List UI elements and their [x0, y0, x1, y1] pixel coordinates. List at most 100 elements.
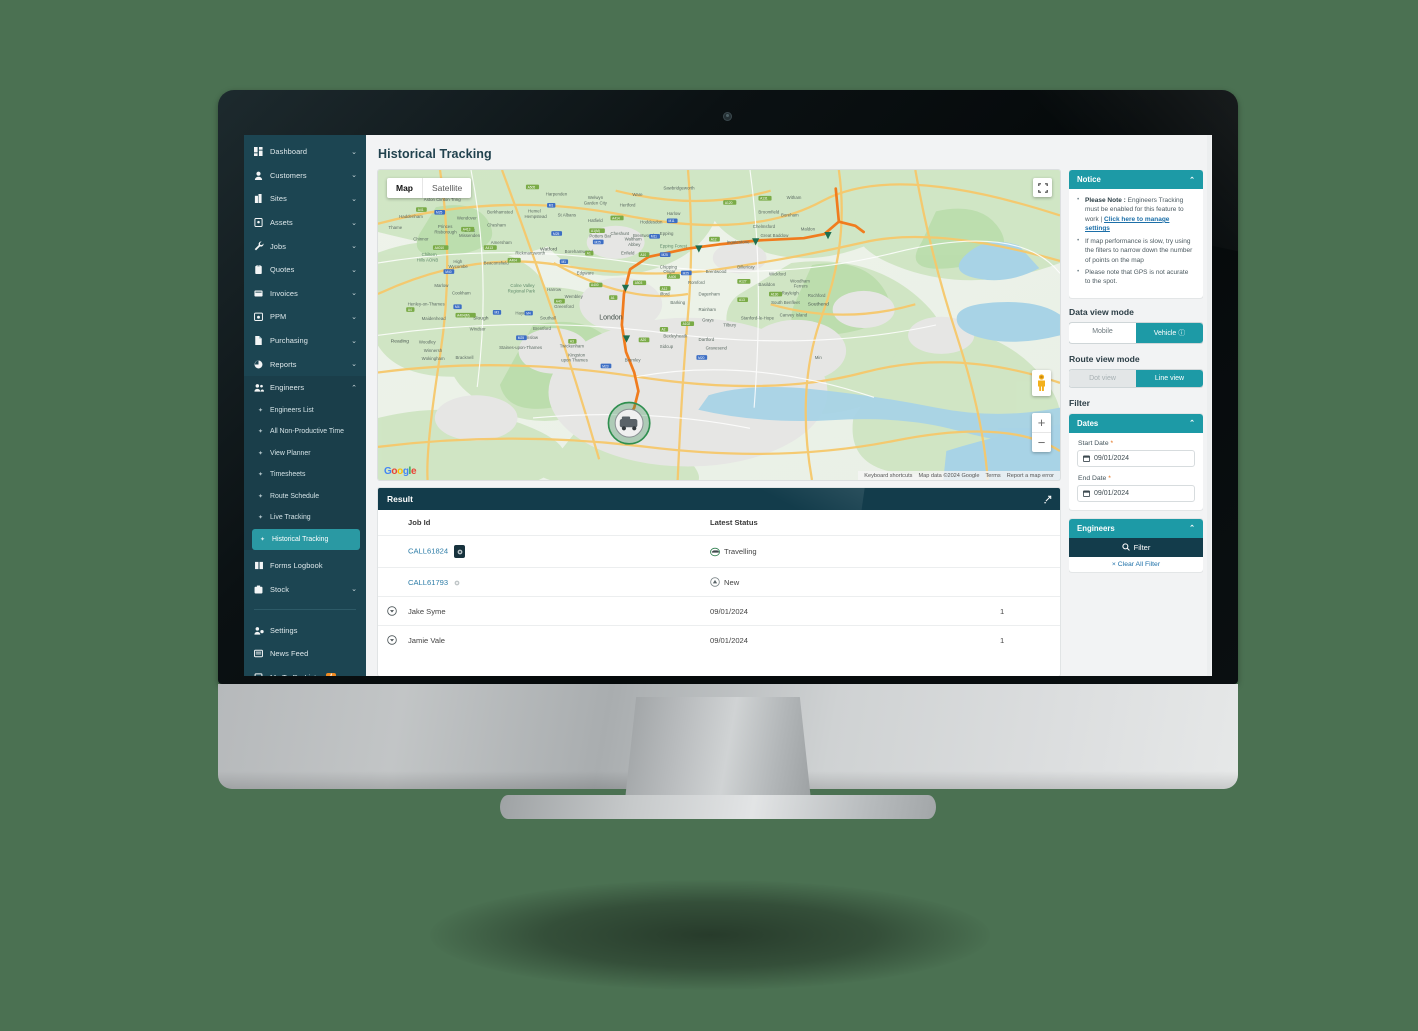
map-place-label: Risborough	[434, 229, 457, 234]
notice-header[interactable]: Notice ⌃	[1069, 170, 1203, 189]
required-mark: *	[1108, 474, 1111, 482]
road-shield: M11	[666, 218, 678, 223]
chevron-up-icon[interactable]: ⌃	[1189, 524, 1195, 532]
table-row[interactable]: Jake Syme 09/01/2024 1	[378, 596, 1060, 626]
question-circle-icon[interactable]: ⓘ	[1178, 330, 1185, 337]
sub-item-label: Live Tracking	[270, 514, 311, 522]
data-view-mode-toggle[interactable]: Mobile Vehicle ⓘ	[1069, 322, 1203, 343]
expander-cell[interactable]	[378, 596, 404, 626]
sidebar-item-historical-tracking[interactable]: ✦ Historical Tracking	[252, 528, 360, 551]
vehicle-marker	[607, 401, 651, 445]
sidebar-item-assets[interactable]: Assets ⌄	[244, 211, 366, 235]
dates-header[interactable]: Dates ⌃	[1069, 413, 1203, 433]
keyboard-shortcuts-link[interactable]: Keyboard shortcuts	[861, 473, 915, 479]
sidebar-item-live-tracking[interactable]: ✦ Live Tracking	[244, 507, 366, 529]
sidebar-item-ppm[interactable]: PPM ⌄	[244, 305, 366, 329]
sidebar-item-purchasing[interactable]: Purchasing ⌄	[244, 329, 366, 353]
sidebar-item-news-feed[interactable]: News Feed	[244, 642, 366, 666]
fullscreen-icon[interactable]	[1033, 178, 1052, 197]
sidebar-item-reports[interactable]: Reports ⌄	[244, 352, 366, 376]
report-map-error-link[interactable]: Report a map error	[1004, 473, 1057, 479]
result-panel: Result Job Id Latest Status CALL61824 Tr…	[378, 488, 1060, 676]
map-place-label: Wembley	[565, 294, 584, 299]
road-shield: A1	[585, 250, 594, 256]
expander-cell[interactable]	[378, 625, 404, 654]
bullet-icon: ✦	[260, 536, 266, 543]
sidebar-item-customers[interactable]: Customers ⌄	[244, 164, 366, 188]
expand-icon[interactable]	[1043, 495, 1052, 504]
engineer-count-cell: 1	[994, 596, 1060, 626]
svg-text:A413: A413	[485, 246, 493, 250]
terms-link[interactable]: Terms	[983, 473, 1004, 479]
engineers-filter-header[interactable]: Engineers ⌃	[1069, 518, 1203, 538]
table-header-row: Job Id Latest Status	[378, 510, 1060, 536]
dates-body: Start Date * 09/01/2024 End Date * 09/01…	[1069, 433, 1203, 510]
start-date-input[interactable]: 09/01/2024	[1077, 449, 1195, 467]
road-shield: A41	[416, 207, 427, 212]
new-icon	[710, 577, 720, 587]
job-id-link[interactable]: CALL61793	[408, 578, 448, 587]
svg-text:M25: M25	[518, 336, 524, 340]
map-place-label: Billericay	[737, 265, 755, 270]
sidebar-item-engineers[interactable]: Engineers ⌃	[244, 376, 366, 400]
map-container[interactable]: Harpenden Welwyn Garden City Ware Sawbridgew…	[378, 170, 1060, 480]
map-place-label: Woodley	[419, 339, 437, 344]
map-place-label: Windsor	[470, 327, 487, 332]
map-type-map[interactable]: Map	[387, 178, 422, 198]
sidebar-item-sites[interactable]: Sites ⌄	[244, 187, 366, 211]
sidebar-item-label: My To-Do List	[270, 673, 316, 676]
sidebar-item-invoices[interactable]: Invoices ⌄	[244, 282, 366, 306]
svg-text:A4010: A4010	[435, 246, 445, 250]
sidebar-item-engineers-list[interactable]: ✦ Engineers List	[244, 400, 366, 422]
map-place-label: Witham	[787, 195, 802, 200]
chevron-down-circle-icon[interactable]	[387, 635, 398, 645]
sidebar-item-all-non-productive-time[interactable]: ✦ All Non-Productive Time	[244, 421, 366, 443]
sidebar-item-settings[interactable]: Settings	[244, 618, 366, 642]
table-row[interactable]: CALL61824 Travelling	[378, 535, 1060, 568]
svg-text:A131: A131	[760, 197, 768, 201]
chevron-down-circle-icon[interactable]	[387, 606, 398, 616]
zoom-out-button[interactable]: −	[1032, 433, 1051, 452]
zoom-in-button[interactable]: +	[1032, 413, 1051, 432]
map-type-satellite[interactable]: Satellite	[423, 178, 471, 198]
svg-text:A414: A414	[612, 216, 620, 220]
sidebar-item-timesheets[interactable]: ✦ Timesheets	[244, 464, 366, 486]
sidebar-item-dashboard[interactable]: Dashboard ⌄	[244, 140, 366, 164]
clear-all-filter-button[interactable]: × Clear All Filter	[1069, 557, 1203, 572]
sidebar-item-view-planner[interactable]: ✦ View Planner	[244, 443, 366, 465]
end-date-label-text: End Date	[1078, 474, 1107, 482]
chevron-down-icon: ⌄	[351, 266, 357, 274]
chevron-up-icon[interactable]: ⌃	[1189, 176, 1195, 184]
engineers-filter-title: Engineers	[1077, 523, 1115, 533]
road-shield: M25	[551, 231, 563, 236]
page-title: Historical Tracking	[378, 147, 492, 161]
svg-text:A10: A10	[640, 253, 646, 257]
toggle-vehicle[interactable]: Vehicle ⓘ	[1136, 322, 1203, 343]
end-date-input[interactable]: 09/01/2024	[1077, 484, 1195, 502]
filter-button[interactable]: Filter	[1069, 537, 1203, 557]
street-view-pegman-icon[interactable]	[1032, 370, 1051, 396]
sidebar-item-my-to-do-list[interactable]: My To-Do List 4	[244, 665, 366, 676]
table-row[interactable]: CALL61793 New	[378, 567, 1060, 597]
sidebar-item-quotes[interactable]: Quotes ⌄	[244, 258, 366, 282]
info-icon[interactable]	[454, 580, 460, 586]
sidebar-item-forms-logbook[interactable]: Forms Logbook	[244, 554, 366, 578]
sidebar-item-jobs[interactable]: Jobs ⌄	[244, 234, 366, 258]
job-id-link[interactable]: CALL61824	[408, 547, 448, 556]
chevron-up-icon[interactable]: ⌃	[1189, 419, 1195, 427]
user-icon	[253, 171, 264, 180]
sidebar-item-route-schedule[interactable]: ✦ Route Schedule	[244, 486, 366, 508]
route-view-mode-toggle[interactable]: Dot view Line view	[1069, 369, 1203, 387]
toggle-mobile[interactable]: Mobile	[1069, 323, 1136, 343]
road-shield: A12	[709, 236, 720, 241]
table-row[interactable]: Jamie Vale 09/01/2024 1	[378, 625, 1060, 654]
map-place-label: Harpenden	[546, 191, 568, 196]
data-view-mode-title: Data view mode	[1069, 306, 1134, 317]
chevron-down-icon: ⌄	[351, 313, 357, 321]
page-scrollbar[interactable]	[1207, 135, 1211, 676]
zoom-controls[interactable]: + −	[1032, 413, 1051, 452]
toggle-line-view[interactable]: Line view	[1136, 369, 1203, 387]
map-type-switcher[interactable]: Map Satellite	[387, 178, 472, 198]
sidebar-item-stock[interactable]: Stock ⌄	[244, 578, 366, 602]
travelling-info-icon[interactable]	[454, 545, 466, 558]
